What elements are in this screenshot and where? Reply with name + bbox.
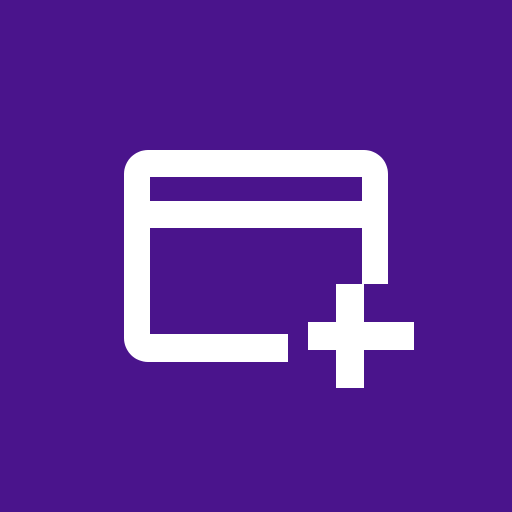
- plus-shape: [308, 284, 414, 388]
- app-icon-tile[interactable]: [0, 0, 512, 512]
- add-card-icon: [124, 150, 414, 388]
